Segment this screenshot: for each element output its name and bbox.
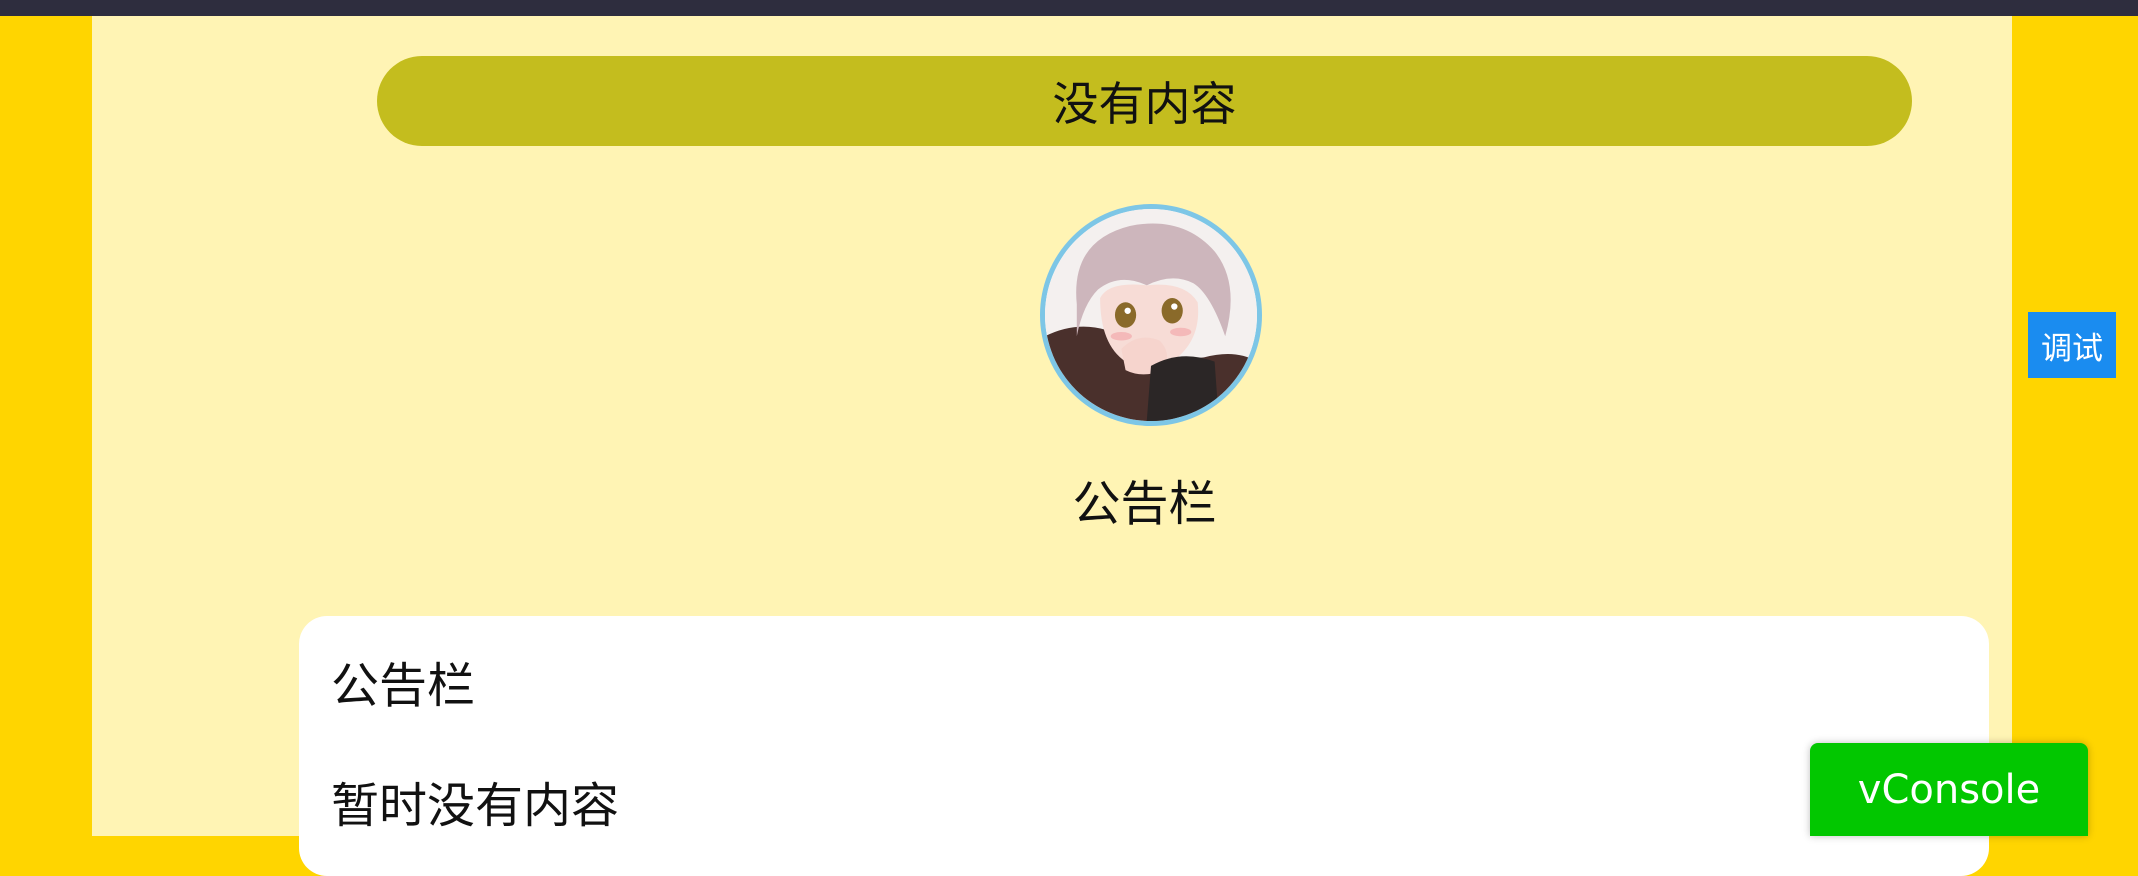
notice-card-title: 公告栏 (331, 658, 476, 714)
debug-tab-label: 调试 (2041, 330, 2103, 367)
page-content: 没有内容 公告栏 公告栏 暂时没有内容 (92, 16, 2012, 876)
top-status-bar (0, 0, 2138, 16)
avatar-title: 公告栏 (1072, 476, 1217, 532)
anime-avatar-icon (1045, 209, 1257, 421)
vconsole-label: vConsole (1857, 766, 2041, 813)
debug-tab-button[interactable]: 调试 (2028, 312, 2116, 378)
empty-banner-text: 没有内容 (1052, 77, 1237, 131)
notice-card-content: 暂时没有内容 (331, 778, 620, 834)
empty-banner: 没有内容 (377, 56, 1912, 146)
notice-card: 公告栏 暂时没有内容 (299, 616, 1989, 876)
avatar[interactable] (1040, 204, 1262, 426)
vconsole-button[interactable]: vConsole (1810, 743, 2088, 836)
